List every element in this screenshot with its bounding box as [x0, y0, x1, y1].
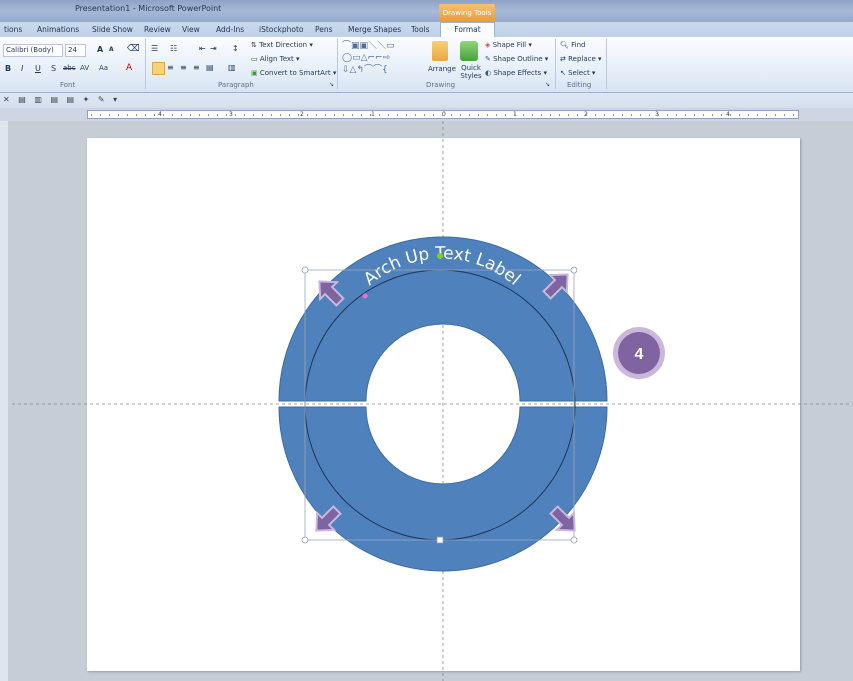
adjustment-handle[interactable]: [362, 293, 368, 299]
ring-bottom-half-shape[interactable]: [278, 406, 608, 572]
slide-overlay: Arch Up Text Label 4: [12, 121, 853, 681]
resize-handle-bottom-left[interactable]: [301, 536, 309, 544]
rotation-handle[interactable]: [437, 253, 443, 259]
resize-handle-top-left[interactable]: [301, 266, 309, 274]
resize-handle-bottom-right[interactable]: [570, 536, 578, 544]
step-badge-number: 4: [635, 346, 644, 363]
resize-handle-top-right[interactable]: [570, 266, 578, 274]
resize-handle-bottom[interactable]: [436, 536, 444, 544]
